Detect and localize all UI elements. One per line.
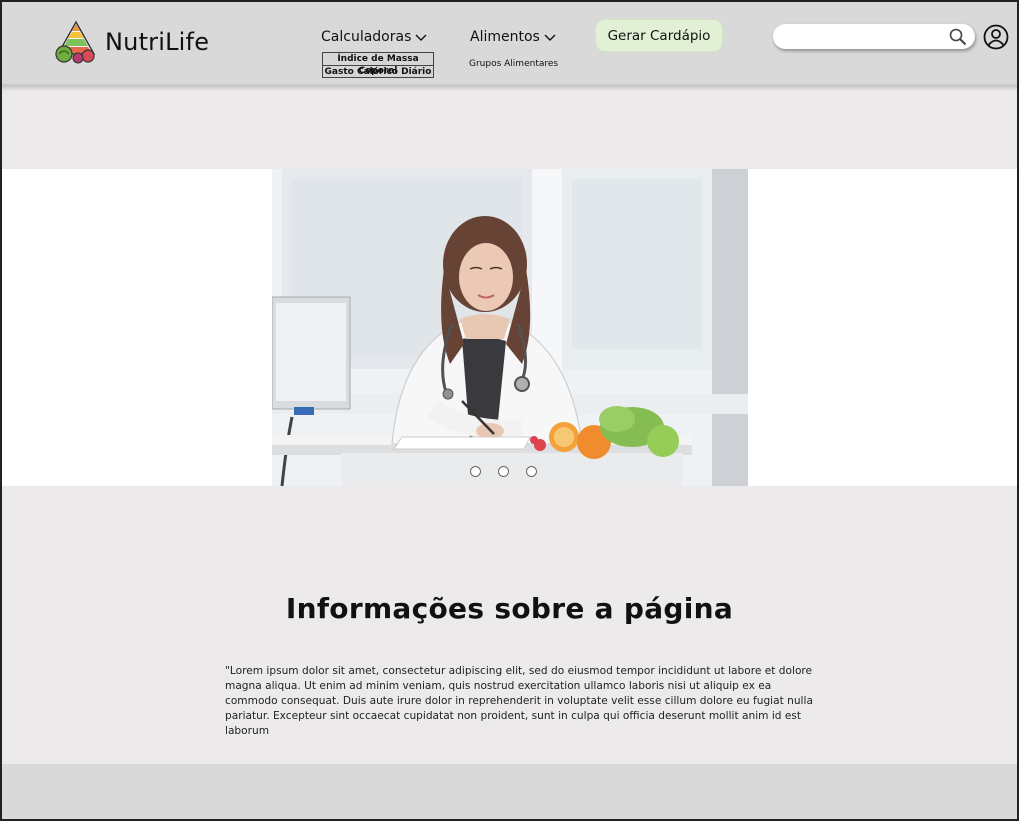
submenu-item-imc[interactable]: Índice de Massa Coporal: [323, 53, 433, 76]
chevron-down-icon: [544, 34, 556, 41]
user-account-icon[interactable]: [983, 24, 1009, 50]
nav-calculadoras-label: Calculadoras: [321, 29, 412, 45]
search-bar: [773, 24, 975, 49]
chevron-down-icon: [415, 34, 427, 41]
info-title: Informações sobre a página: [285, 592, 734, 625]
gerar-cardapio-button[interactable]: Gerar Cardápio: [595, 19, 723, 52]
nav-alimentos[interactable]: Alimentos: [470, 29, 556, 45]
hero-image: [272, 169, 748, 486]
submenu-item-gasto-calorico[interactable]: Gasto Calórico Diário: [323, 65, 433, 77]
food-pyramid-logo-icon: [55, 20, 96, 64]
site-header: NutriLife Calculadoras Índice de Massa C…: [0, 0, 1019, 87]
carousel-indicators: [470, 466, 537, 477]
carousel-dot-3[interactable]: [526, 466, 537, 477]
nutritionist-photo: [272, 169, 748, 486]
search-input[interactable]: [785, 24, 950, 49]
submenu-item-grupos-alimentares[interactable]: Grupos Alimentares: [469, 59, 558, 69]
nav-calculadoras[interactable]: Calculadoras: [321, 29, 427, 45]
calculadoras-submenu: Índice de Massa Coporal Gasto Calórico D…: [322, 52, 434, 78]
carousel-dot-1[interactable]: [470, 466, 481, 477]
info-text: "Lorem ipsum dolor sit amet, consectetur…: [225, 665, 813, 737]
brand-name: NutriLife: [105, 28, 210, 56]
nav-alimentos-label: Alimentos: [470, 29, 540, 45]
search-icon[interactable]: [949, 28, 967, 46]
site-footer: [2, 764, 1017, 819]
logo[interactable]: NutriLife: [54, 20, 209, 64]
carousel-dot-2[interactable]: [498, 466, 509, 477]
